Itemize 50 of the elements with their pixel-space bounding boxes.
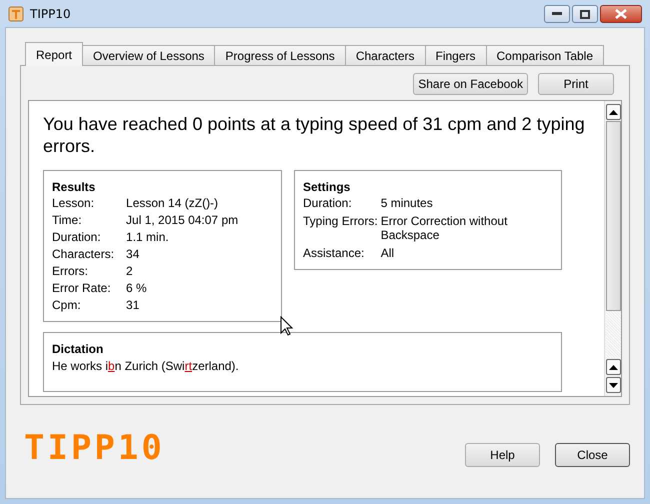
field-label: Cpm: (52, 298, 82, 312)
minimize-button[interactable] (544, 5, 570, 23)
field-value: All (380, 246, 396, 260)
field-label: Typing Errors: (303, 214, 378, 230)
close-icon (615, 9, 627, 19)
field-label: Error Rate: (52, 281, 112, 295)
scroll-up-icon[interactable] (606, 104, 620, 120)
footer-button[interactable]: Help (465, 442, 540, 466)
dictation-text: He works ibn Zurich (Swirtzerland). (52, 358, 240, 374)
field-label: Duration: (303, 196, 353, 210)
scrollbar[interactable] (604, 101, 621, 396)
field-value: 6 % (126, 281, 148, 295)
field-value: Jul 1, 2015 04:07 pm (126, 213, 240, 227)
close-button[interactable] (600, 5, 642, 23)
field-label: Time: (52, 213, 83, 227)
field-value: 31 (126, 298, 140, 312)
field-value: 1.1 min. (126, 230, 170, 244)
field-value: Lesson 14 (zZ()-) (126, 196, 220, 210)
tab[interactable]: Characters (344, 45, 426, 65)
toolbar-button[interactable]: Share on Facebook (413, 73, 528, 95)
card-title: Dictation (52, 342, 104, 356)
field-value: Error Correction without Backspace (380, 214, 508, 242)
card-title: Settings (303, 180, 352, 194)
window-title: TIPP10 (30, 6, 71, 20)
toolbar-button[interactable]: Print (538, 73, 614, 95)
tab[interactable]: Progress of Lessons (214, 45, 346, 65)
field-label: Duration: (52, 230, 102, 244)
scroll-down-icon[interactable] (606, 377, 620, 393)
app-icon (8, 6, 24, 22)
mouse-cursor-icon (280, 316, 293, 336)
scroll-thumb[interactable] (606, 121, 620, 311)
scroll-up-icon[interactable] (606, 359, 620, 375)
field-label: Errors: (52, 264, 89, 278)
tab[interactable]: Overview of Lessons (82, 45, 216, 65)
field-value: 5 minutes (380, 196, 434, 210)
tab[interactable]: Fingers (424, 45, 487, 65)
tab[interactable]: Report (25, 42, 84, 66)
field-value: 34 (126, 247, 140, 261)
field-label: Assistance: (303, 246, 366, 260)
footer-button[interactable]: Close (555, 442, 630, 466)
field-value: 2 (126, 264, 134, 278)
field-label: Characters: (52, 247, 114, 261)
maximize-button[interactable] (572, 5, 598, 23)
tab[interactable]: Comparison Table (486, 45, 604, 65)
minimize-icon (552, 12, 562, 16)
field-label: Lesson: (52, 196, 96, 210)
card-title: Results (52, 180, 96, 194)
maximize-icon (580, 10, 590, 18)
app-logo: TIPP10 (24, 428, 165, 468)
report-headline: You have reached 0 points at a typing speed of 31 cpm and 2 typing errors. (43, 113, 586, 157)
